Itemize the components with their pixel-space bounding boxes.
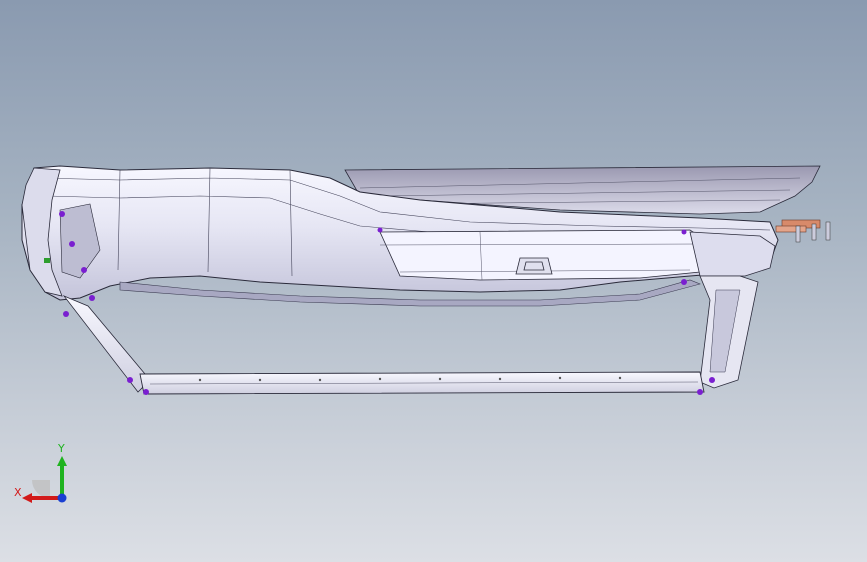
coordinate-triad: Y X (14, 442, 67, 503)
cad-model-drawer-assembly[interactable] (0, 0, 867, 562)
y-axis-label: Y (57, 442, 65, 455)
z-axis-icon (57, 493, 67, 503)
x-axis-arrow-icon (22, 493, 32, 503)
x-axis-label: X (14, 486, 22, 499)
connector-pins (775, 219, 831, 243)
latch-handle (515, 257, 553, 275)
left-support-arm (62, 295, 151, 393)
green-marker (44, 258, 50, 263)
right-end-block (689, 231, 776, 277)
3d-viewport[interactable]: Y X (0, 0, 867, 562)
y-axis-arrow-icon (57, 456, 67, 466)
xz-plane-icon (32, 480, 50, 498)
